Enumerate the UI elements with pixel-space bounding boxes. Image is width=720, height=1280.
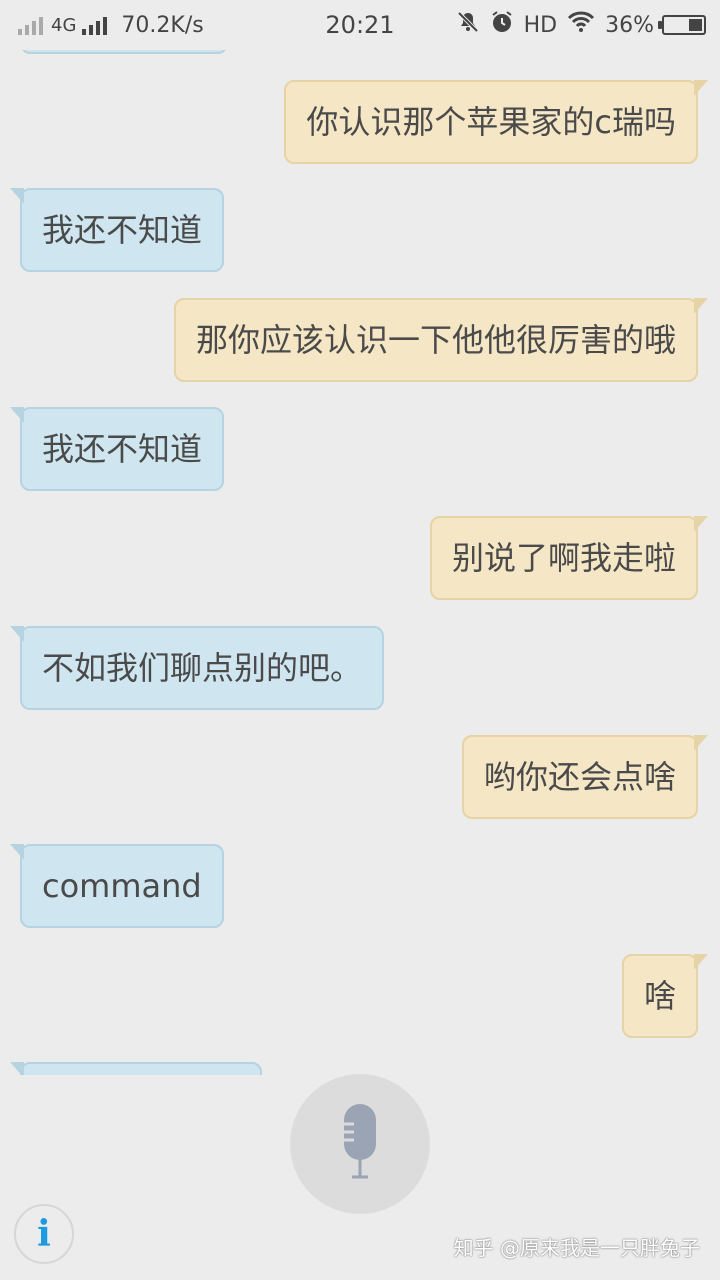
message-bubble-received[interactable]: command: [10, 844, 224, 928]
chat-area[interactable]: 你认识那个苹果家的c瑞吗 我还不知道 那你应该认识一下他他很厉害的哦 我还不知道…: [0, 50, 720, 1075]
battery-level: [689, 19, 702, 31]
battery-icon: [658, 15, 706, 35]
watermark: 知乎 @原来我是一只胖兔子: [453, 1236, 700, 1260]
message-bubble-sent[interactable]: 哟你还会点啥: [461, 735, 709, 819]
info-button[interactable]: i: [14, 1204, 74, 1264]
network-speed: 70.2K/s: [121, 12, 204, 38]
message-bubble-received[interactable]: 我还不知道: [9, 188, 225, 272]
partial-message-bubble: [20, 50, 228, 54]
battery-percent: 36%: [605, 12, 654, 38]
message-bubble-sent[interactable]: 别说了啊我走啦: [429, 516, 709, 600]
wifi-icon: [567, 11, 595, 39]
message-bubble-sent[interactable]: 你认识那个苹果家的c瑞吗: [284, 80, 708, 164]
info-icon: i: [37, 1213, 51, 1255]
message-bubble-sent[interactable]: 那你应该认识一下他他很厉害的哦: [173, 298, 709, 382]
voice-input-button[interactable]: [290, 1074, 430, 1214]
alarm-icon: [490, 10, 514, 40]
notification-off-icon: [456, 10, 480, 40]
status-bar-left: 4G 70.2K/s: [18, 0, 204, 50]
signal-strength-icon-2: [82, 15, 108, 35]
microphone-icon: [340, 1104, 380, 1184]
signal-strength-icon: [18, 15, 43, 35]
network-type: 4G: [51, 14, 77, 36]
message-bubble-sent[interactable]: 啥: [621, 954, 709, 1038]
partial-message-bubble: [10, 1062, 262, 1075]
message-bubble-received[interactable]: 我还不知道: [9, 407, 225, 491]
message-bubble-received[interactable]: 不如我们聊点别的吧。: [9, 626, 385, 710]
status-bar: 4G 70.2K/s 20:21 HD 36%: [0, 0, 720, 50]
hd-label: HD: [523, 12, 558, 38]
status-bar-right: HD 36%: [446, 0, 706, 50]
